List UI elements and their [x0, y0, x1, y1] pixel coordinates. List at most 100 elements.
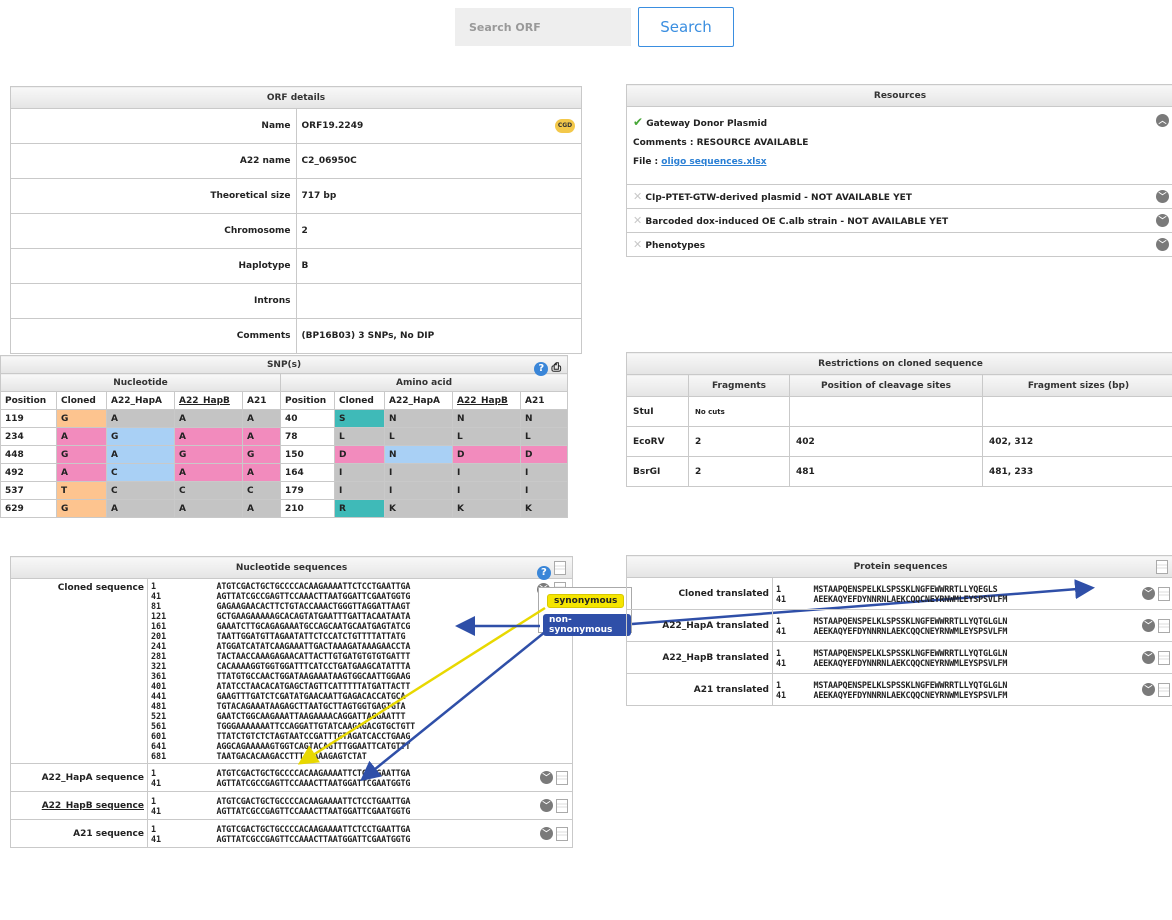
snp-group-aminoacid: Amino acid	[279, 373, 569, 392]
chevron-down-icon[interactable]: ﹀	[539, 827, 553, 840]
restriction-row: BsrGI 2 481 481, 233	[626, 456, 1172, 487]
document-icon[interactable]	[1158, 586, 1170, 601]
orf-key: Theoretical size	[10, 178, 297, 214]
chevron-down-icon[interactable]: ﹀	[539, 771, 553, 784]
orf-key: Chromosome	[10, 213, 297, 249]
protein-label: A22_HapB translated	[626, 641, 773, 674]
chevron-down-icon[interactable]: ﹀	[1141, 683, 1155, 696]
snp-cell: A	[242, 427, 281, 446]
orf-key: Haplotype	[10, 248, 297, 284]
sequence-positions: 1 41	[147, 763, 188, 792]
snp-cell: 492	[0, 463, 57, 482]
snp-cell: C	[242, 481, 281, 500]
chevron-down-icon[interactable]: ﹀	[1156, 190, 1169, 203]
chevron-down-icon[interactable]: ﹀	[1141, 651, 1155, 664]
snp-cell: 179	[280, 481, 335, 500]
chevron-down-icon[interactable]: ﹀	[1141, 587, 1155, 600]
snp-cell: S	[334, 409, 385, 428]
document-icon[interactable]	[1158, 682, 1170, 697]
snp-cell: 448	[0, 445, 57, 464]
orf-value: (BP16B03) 3 SNPs, No DIP	[295, 318, 582, 354]
search-input[interactable]	[455, 8, 631, 46]
snp-cell: A	[242, 499, 281, 518]
print-icon[interactable]: ⎙	[551, 360, 561, 375]
help-icon[interactable]: ?	[534, 362, 549, 376]
snp-title-cell: SNP(s) ? ⎙	[0, 355, 569, 376]
snp-cell: 234	[0, 427, 57, 446]
resource-item[interactable]: ✕ CIp-PTET-GTW-derived plasmid - NOT AVA…	[626, 184, 1172, 209]
snp-row: 448 G A G G 150 D N D D	[0, 445, 569, 464]
cloned-sequence-cell: ATGTCGACTGCTGCCCCACAAGAAAATTCTCCTGAATTGA…	[187, 578, 574, 764]
chevron-down-icon[interactable]: ﹀	[539, 799, 553, 812]
snp-cell: L	[519, 427, 569, 446]
snp-cell: 119	[0, 409, 57, 428]
orf-value	[295, 283, 582, 319]
snp-cell: I	[334, 463, 385, 482]
document-icon[interactable]	[556, 798, 569, 813]
protein-text: MSTAAPQENSPELKLSPSSKLNGFEWWRRTLLYQTGLGLN…	[813, 679, 1008, 700]
chevron-up-icon[interactable]: ︿	[1156, 114, 1169, 127]
snp-column-header[interactable]: A22_HapB	[174, 391, 243, 410]
snp-legend: synonymous non-synonymous	[538, 587, 632, 636]
chevron-down-icon[interactable]: ﹀	[1156, 214, 1169, 227]
snp-cell: C	[106, 463, 175, 482]
x-icon: ✕	[633, 214, 643, 227]
sequence-positions: 1 41	[147, 819, 188, 848]
snp-column-header: A21	[519, 391, 569, 410]
resource-gateway[interactable]: ✔ Gateway Donor Plasmid ︿ Comments : RES…	[626, 106, 1172, 185]
resource-item[interactable]: ✕ Barcoded dox-induced OE C.alb strain -…	[626, 208, 1172, 233]
chevron-down-icon[interactable]: ﹀	[1156, 238, 1169, 251]
snp-cell: N	[384, 409, 453, 428]
chevron-down-icon[interactable]: ﹀	[1141, 619, 1155, 632]
restriction-cell: BsrGI	[626, 456, 689, 487]
search-button[interactable]: Search	[638, 7, 734, 47]
snp-row: 119 G A A A 40 S N N N	[0, 409, 569, 428]
row-actions: ﹀	[539, 798, 569, 813]
orf-key: Comments	[10, 318, 297, 354]
orf-details-table: ORF details Name ORF19.2249 CGD A22 name…	[10, 86, 582, 354]
nucleotide-title-cell: Nucleotide sequences ?	[9, 556, 574, 580]
snp-row: 492 A C A A 164 I I I I	[0, 463, 569, 482]
protein-sequences-table: Protein sequences Cloned translated 1 41 M…	[626, 555, 1172, 706]
snp-column-header[interactable]: A22_HapB	[452, 391, 521, 410]
cloned-sequence-positions: 1 41 81 121 161 201 241 281 321 361 401 …	[147, 578, 188, 764]
snp-cell: G	[56, 445, 107, 464]
document-icon[interactable]	[1158, 650, 1170, 665]
protein-cell: MSTAAPQENSPELKLSPSSKLNGFEWWRRTLLYQTGLGLN…	[796, 641, 1172, 674]
legend-synonymous: synonymous	[547, 594, 625, 608]
sequence-label[interactable]: A22_HapB sequence	[10, 791, 148, 820]
resource-comments: Comments : RESOURCE AVAILABLE	[633, 138, 809, 148]
protein-row: A22_HapB translated 1 41 MSTAAPQENSPELKLSP…	[626, 641, 1172, 674]
snp-cell: A	[106, 409, 175, 428]
snp-cell: R	[334, 499, 385, 518]
snp-cell: A	[174, 499, 243, 518]
snp-column-header: Position	[0, 391, 57, 410]
orf-value: C2_06950C	[295, 143, 582, 179]
snp-cell: 150	[280, 445, 335, 464]
orf-key: A22 name	[10, 143, 297, 179]
row-actions: ﹀	[539, 826, 569, 841]
restriction-row: EcoRV 2 402 402, 312	[626, 426, 1172, 457]
snp-cell: C	[106, 481, 175, 500]
snp-cell: I	[519, 481, 569, 500]
cgd-logo-icon[interactable]: CGD	[555, 119, 575, 133]
restriction-cell: 402, 312	[981, 426, 1172, 457]
restriction-column-header	[626, 374, 689, 397]
document-icon[interactable]	[554, 561, 567, 575]
snp-cell: A	[56, 427, 107, 446]
check-icon: ✔	[633, 115, 644, 129]
snp-cell: I	[452, 481, 521, 500]
document-icon[interactable]	[1158, 618, 1170, 633]
document-icon[interactable]	[556, 826, 569, 841]
orf-value: 2	[295, 213, 582, 249]
document-icon[interactable]	[556, 770, 569, 785]
row-actions: ﹀	[1141, 586, 1170, 601]
resource-item[interactable]: ✕ Phenotypes ﹀	[626, 232, 1172, 257]
protein-title-cell: Protein sequences	[626, 555, 1172, 578]
document-icon[interactable]	[1156, 560, 1168, 574]
sequence-cell: ATGTCGACTGCTGCCCCACAAGAAAATTCTCCTGAATTGA…	[187, 819, 574, 848]
snp-cell: A	[242, 463, 281, 482]
file-link[interactable]: oligo sequences.xlsx	[661, 157, 766, 167]
restrictions-title: Restrictions on cloned sequence	[625, 352, 1172, 375]
snp-cell: 78	[280, 427, 335, 446]
